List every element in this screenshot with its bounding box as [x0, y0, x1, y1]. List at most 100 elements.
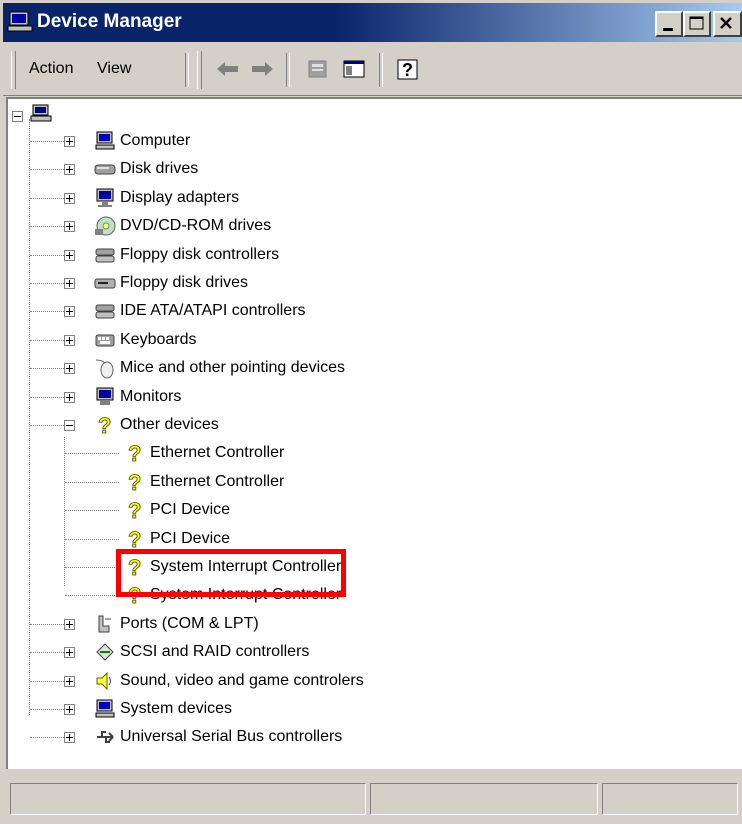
- tree-line: [65, 567, 119, 568]
- expand-toggle[interactable]: [64, 676, 75, 687]
- expand-toggle[interactable]: [64, 250, 75, 261]
- menu-toolbar: Action View ?: [3, 45, 742, 96]
- keyboard-icon: [95, 334, 115, 347]
- tree-line: [30, 169, 64, 170]
- window-title: Device Manager: [37, 11, 182, 32]
- tree-line: [30, 624, 64, 625]
- tree-line: [64, 437, 65, 586]
- toolbar-grip[interactable]: [11, 51, 16, 89]
- controller-icon: [95, 248, 115, 263]
- speaker-icon: [96, 671, 111, 691]
- show-hide-console-tree-icon[interactable]: [339, 55, 369, 83]
- collapse-toggle[interactable]: [64, 420, 75, 431]
- back-arrow-icon[interactable]: [213, 55, 243, 83]
- tree-root[interactable]: [30, 101, 52, 127]
- tree-category-6[interactable]: IDE ATA/ATAPI controllers: [94, 298, 306, 324]
- expand-toggle[interactable]: [64, 221, 75, 232]
- tree-category-5[interactable]: Floppy disk drives: [94, 270, 248, 296]
- expand-toggle[interactable]: [64, 647, 75, 658]
- minimize-button[interactable]: [655, 11, 683, 37]
- expand-toggle[interactable]: [64, 164, 75, 175]
- tree-category-13[interactable]: Sound, video and game controlers: [94, 668, 364, 694]
- expand-toggle[interactable]: [64, 732, 75, 743]
- tree-category-label: Keyboards: [120, 331, 197, 348]
- tree-line: [30, 141, 64, 142]
- tree-category-label: DVD/CD-ROM drives: [120, 217, 272, 234]
- expand-toggle[interactable]: [64, 278, 75, 289]
- tree-category-1[interactable]: Disk drives: [94, 156, 198, 182]
- svg-text:?: ?: [98, 414, 111, 436]
- title-bar[interactable]: Device Manager: [3, 3, 742, 42]
- device-manager-icon: [7, 11, 33, 32]
- tree-device-label: Ethernet Controller: [150, 444, 285, 461]
- cdrom-icon: [95, 216, 116, 236]
- tree-category-label: Disk drives: [120, 160, 199, 177]
- disk-drive-icon: [94, 164, 116, 175]
- root-collapse-toggle[interactable]: [12, 111, 23, 122]
- tree-category-14[interactable]: System devices: [94, 696, 232, 722]
- tree-line: [30, 311, 64, 312]
- unknown-device-icon: ?: [128, 528, 142, 550]
- expand-toggle[interactable]: [64, 335, 75, 346]
- tree-category-9[interactable]: Monitors: [94, 384, 181, 410]
- tree-line: [65, 510, 119, 511]
- tree-category-10[interactable]: ? Other devices: [94, 412, 219, 438]
- tree-line: [30, 397, 64, 398]
- display-adapter-icon: [96, 188, 114, 207]
- tree-category-label: Floppy disk controllers: [120, 246, 280, 263]
- menu-view[interactable]: View: [97, 59, 131, 79]
- tree-line: [30, 368, 64, 369]
- expand-toggle[interactable]: [64, 136, 75, 147]
- tree-category-label: Sound, video and game controlers: [120, 672, 364, 689]
- tree-category-8[interactable]: Mice and other pointing devices: [94, 355, 345, 381]
- tree-device-0[interactable]: ? Ethernet Controller: [124, 440, 285, 466]
- expand-toggle[interactable]: [64, 619, 75, 630]
- properties-icon[interactable]: [303, 55, 333, 83]
- tree-category-label: Display adapters: [120, 189, 240, 206]
- svg-text:?: ?: [128, 528, 141, 550]
- tree-category-11[interactable]: Ports (COM & LPT): [94, 611, 259, 637]
- toolbar-separator: [185, 53, 189, 87]
- tree-category-3[interactable]: DVD/CD-ROM drives: [94, 213, 271, 239]
- expand-toggle[interactable]: [64, 392, 75, 403]
- tree-category-2[interactable]: Display adapters: [94, 185, 239, 211]
- tree-line: [65, 453, 119, 454]
- maximize-button[interactable]: [683, 11, 711, 37]
- status-panel-2: [370, 783, 598, 815]
- unknown-device-icon: ?: [98, 414, 112, 436]
- forward-arrow-icon[interactable]: [247, 55, 277, 83]
- svg-text:?: ?: [128, 442, 141, 464]
- usb-icon: [97, 731, 114, 743]
- toolbar-grip[interactable]: [197, 51, 202, 89]
- tree-line: [30, 737, 64, 738]
- tree-category-label: Floppy disk drives: [120, 274, 249, 291]
- close-button[interactable]: [713, 11, 742, 37]
- tree-category-0[interactable]: Computer: [94, 128, 190, 154]
- tree-line: [29, 119, 30, 715]
- tree-category-12[interactable]: SCSI and RAID controllers: [94, 639, 309, 665]
- tree-category-label: IDE ATA/ATAPI controllers: [120, 302, 306, 319]
- expand-toggle[interactable]: [64, 306, 75, 317]
- tree-device-highlighted[interactable]: ? Ethernet Controller: [124, 469, 285, 495]
- status-panel-3: [602, 783, 738, 815]
- tree-category-4[interactable]: Floppy disk controllers: [94, 242, 279, 268]
- monitor-icon: [96, 387, 114, 405]
- maximize-icon: [689, 16, 704, 30]
- tree-category-7[interactable]: Keyboards: [94, 327, 197, 353]
- device-tree-pane[interactable]: Computer Disk drives Display adapters DVD/C…: [6, 97, 742, 769]
- menu-action[interactable]: Action: [29, 59, 73, 79]
- expand-toggle[interactable]: [64, 193, 75, 204]
- tree-line: [30, 340, 64, 341]
- tree-device-label: PCI Device: [150, 501, 231, 518]
- unknown-device-icon: ?: [128, 442, 142, 464]
- tree-line: [65, 539, 119, 540]
- tree-category-label: Monitors: [120, 388, 182, 405]
- tree-category-15[interactable]: Universal Serial Bus controllers: [94, 724, 342, 750]
- expand-toggle[interactable]: [64, 704, 75, 715]
- tree-line: [65, 482, 119, 483]
- tree-category-label: Computer: [120, 132, 191, 149]
- tree-device-2[interactable]: ? PCI Device: [124, 497, 230, 523]
- expand-toggle[interactable]: [64, 363, 75, 374]
- help-icon[interactable]: ?: [393, 55, 423, 83]
- device-manager-window: Device Manager Action View ? Computer Di…: [0, 0, 742, 824]
